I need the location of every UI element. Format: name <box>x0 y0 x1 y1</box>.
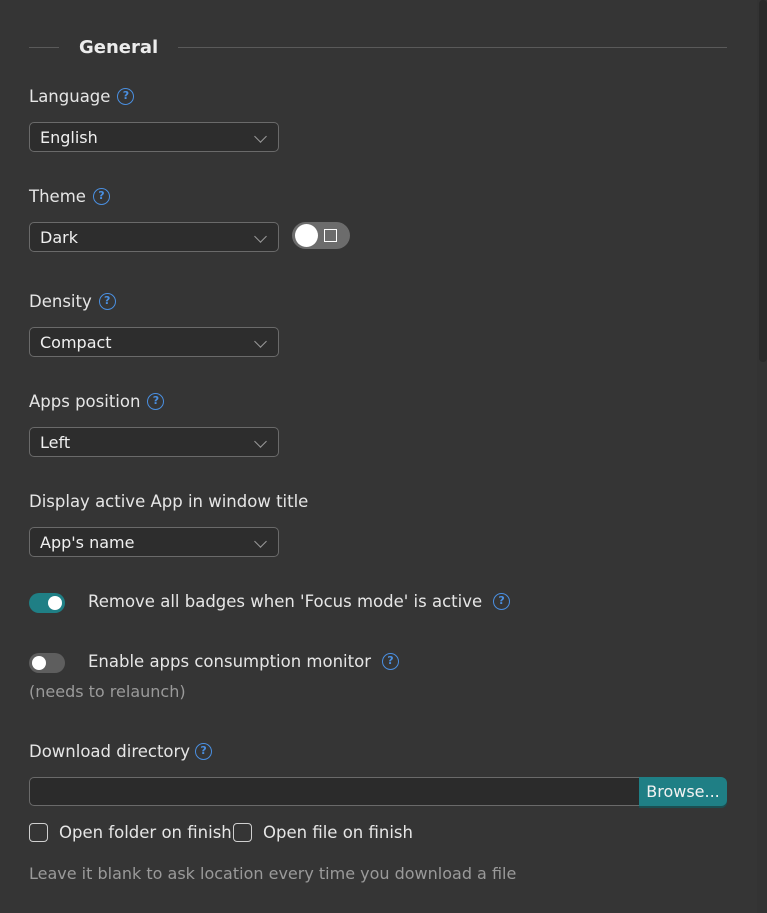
section-header: General <box>29 30 727 64</box>
density-select[interactable]: Compact <box>29 327 279 357</box>
open-file-label: Open file on finish <box>263 823 413 842</box>
relaunch-note: (needs to relaunch) <box>29 682 186 701</box>
switch-knob <box>48 596 62 610</box>
open-folder-option[interactable]: Open folder on finish <box>29 823 232 842</box>
theme-help-icon[interactable]: ? <box>92 188 110 205</box>
language-select-value: English <box>40 127 98 147</box>
theme-select[interactable]: Dark <box>29 222 279 252</box>
language-help-icon[interactable]: ? <box>117 88 135 105</box>
toggle-knob <box>295 224 318 247</box>
focus-badges-switch[interactable] <box>29 593 65 613</box>
apps-position-label: Apps position <box>29 392 141 411</box>
density-label: Density <box>29 292 92 311</box>
focus-badges-label-row: Remove all badges when 'Focus mode' is a… <box>88 592 511 611</box>
theme-select-value: Dark <box>40 227 78 247</box>
apps-position-help-icon[interactable]: ? <box>147 393 165 410</box>
chevron-down-icon <box>254 230 267 243</box>
chevron-down-icon <box>254 535 267 548</box>
consumption-monitor-label: Enable apps consumption monitor <box>88 652 371 671</box>
window-title-select-value: App's name <box>40 532 135 552</box>
divider-right <box>178 46 727 48</box>
scrollbar-track[interactable] <box>757 0 767 913</box>
download-directory-input[interactable] <box>29 777 641 806</box>
theme-label: Theme <box>29 187 86 206</box>
divider-left <box>29 46 59 48</box>
focus-badges-label: Remove all badges when 'Focus mode' is a… <box>88 592 483 611</box>
apps-position-label-row: Apps position ? <box>29 392 165 411</box>
open-file-checkbox[interactable] <box>233 823 252 842</box>
download-label-row: Download directory ? <box>29 742 213 761</box>
density-help-icon[interactable]: ? <box>98 293 116 310</box>
theme-label-row: Theme ? <box>29 187 110 206</box>
chevron-down-icon <box>254 435 267 448</box>
download-help-icon[interactable]: ? <box>195 743 213 760</box>
consumption-monitor-help-icon[interactable]: ? <box>381 653 399 670</box>
apps-position-select-value: Left <box>40 432 71 452</box>
download-hint: Leave it blank to ask location every tim… <box>29 864 517 883</box>
open-folder-label: Open folder on finish <box>59 823 232 842</box>
window-title-label: Display active App in window title <box>29 492 309 511</box>
download-label: Download directory <box>29 742 191 761</box>
section-title: General <box>79 36 159 58</box>
settings-page: General Language ? English Theme ? Dark … <box>0 0 767 913</box>
window-title-label-row: Display active App in window title <box>29 492 308 511</box>
open-file-option[interactable]: Open file on finish <box>233 823 413 842</box>
scrollbar-thumb[interactable] <box>759 0 767 362</box>
square-icon <box>324 229 337 242</box>
window-title-select[interactable]: App's name <box>29 527 279 557</box>
language-select[interactable]: English <box>29 122 279 152</box>
focus-badges-help-icon[interactable]: ? <box>493 593 511 610</box>
chevron-down-icon <box>254 130 267 143</box>
apps-position-select[interactable]: Left <box>29 427 279 457</box>
browse-button[interactable]: Browse... <box>639 777 727 806</box>
density-select-value: Compact <box>40 332 112 352</box>
density-label-row: Density ? <box>29 292 116 311</box>
theme-toggle[interactable] <box>292 222 350 249</box>
chevron-down-icon <box>254 335 267 348</box>
language-label: Language <box>29 87 111 106</box>
consumption-monitor-label-row: Enable apps consumption monitor ? <box>88 652 399 671</box>
open-folder-checkbox[interactable] <box>29 823 48 842</box>
language-label-row: Language ? <box>29 87 135 106</box>
switch-knob <box>32 656 46 670</box>
consumption-monitor-switch[interactable] <box>29 653 65 673</box>
